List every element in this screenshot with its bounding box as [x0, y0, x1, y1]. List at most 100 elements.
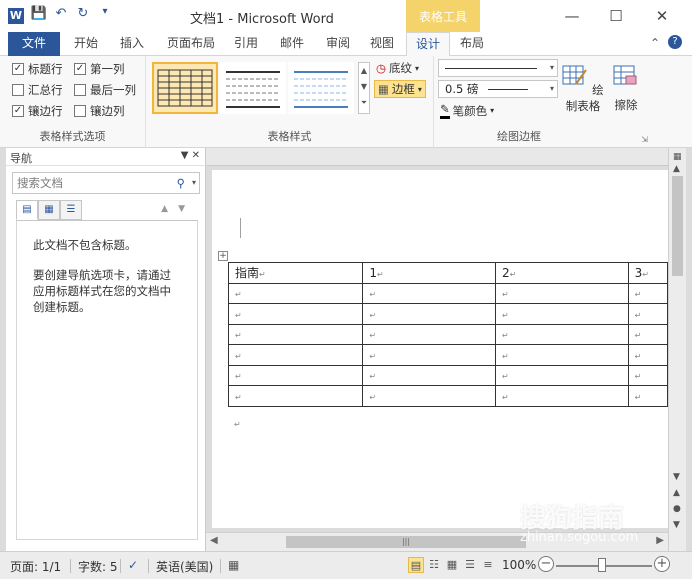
borders-button[interactable]: ▦ 边框 ▾ [374, 80, 426, 98]
proofing-icon[interactable]: ✓ [128, 558, 138, 572]
word-count[interactable]: 字数: 5 [78, 558, 118, 575]
tab-page-layout[interactable]: 页面布局 [160, 32, 222, 56]
table-cell[interactable]: ↵ [227, 323, 364, 345]
table-style-blue[interactable] [288, 62, 354, 114]
chevron-up-icon[interactable]: ▲ [161, 204, 178, 214]
table-cell[interactable]: ↵ [362, 303, 496, 325]
checkbox-banded-columns[interactable]: 镶边列 [74, 103, 125, 119]
table-cell[interactable]: 指南↵ [227, 262, 364, 284]
eraser-button[interactable]: 擦除 [606, 64, 646, 113]
print-layout-view-button[interactable]: ▤ [408, 557, 424, 573]
browse-object-icon[interactable]: ● [673, 504, 681, 514]
ruler-corner[interactable] [208, 149, 222, 163]
table-style-grid[interactable] [152, 62, 218, 114]
tab-home[interactable]: 开始 [66, 32, 106, 56]
table-cell[interactable]: 1↵ [362, 262, 496, 284]
zoom-level[interactable]: 100% [502, 558, 536, 572]
table-cell[interactable]: ↵ [494, 364, 629, 386]
table-style-light-shading[interactable] [220, 62, 286, 114]
table-move-handle[interactable]: + [218, 251, 228, 261]
nav-search-input[interactable]: 搜索文档 ⚲ ▾ [12, 172, 200, 194]
language-indicator[interactable]: 英语(美国) [156, 558, 213, 575]
table-cell[interactable]: ↵ [362, 385, 496, 407]
table-cell[interactable]: 2↵ [494, 262, 629, 284]
checkbox-banded-rows[interactable]: ✓ 镶边行 [12, 103, 63, 119]
table-cell[interactable]: ↵ [494, 303, 629, 325]
table-cell[interactable]: ↵ [362, 344, 496, 366]
table-cell[interactable]: ↵ [627, 364, 669, 386]
vertical-scrollbar[interactable]: ▦ ▲ ▼ ▲ ● ▼ [668, 148, 686, 551]
table-cell[interactable]: ↵ [494, 323, 629, 345]
draft-view-button[interactable]: ≡ [480, 557, 496, 573]
full-screen-reading-view-button[interactable]: ☷ [426, 557, 442, 573]
help-icon[interactable]: ? [668, 35, 682, 49]
tab-view[interactable]: 视图 [362, 32, 402, 56]
table-cell[interactable]: ↵ [494, 385, 629, 407]
table-cell[interactable]: ↵ [627, 344, 669, 366]
scroll-up-icon[interactable]: ▲ [673, 164, 680, 174]
scroll-left-icon[interactable]: ◀ [210, 535, 218, 546]
checkbox-last-column[interactable]: 最后一列 [74, 82, 136, 98]
previous-page-icon[interactable]: ▲ [673, 488, 680, 498]
document-page[interactable]: + 指南↵ 1↵ 2↵ 3↵ ↵ ↵ ↵ ↵ ↵ ↵ ↵ ↵ ↵ ↵ ↵ ↵ ↵ ↵ ↵ ↵ ↵ ↵ ↵ ↵ … [212, 170, 669, 528]
styles-gallery-scroll[interactable]: ▲ ▼ ⏷ [358, 62, 370, 114]
line-weight-combo[interactable]: 0.5 磅 ▾ [438, 80, 558, 98]
headings-view-tab[interactable]: ▤ [16, 200, 38, 220]
results-view-tab[interactable]: ☰ [60, 200, 82, 220]
table-cell[interactable]: ↵ [362, 282, 496, 304]
pages-view-tab[interactable]: ▦ [38, 200, 60, 220]
maximize-button[interactable]: ☐ [596, 4, 636, 28]
chevron-down-icon[interactable]: ▼ [178, 204, 195, 214]
page-count[interactable]: 页面: 1/1 [10, 558, 61, 575]
zoom-out-button[interactable]: − [538, 556, 554, 572]
zoom-in-button[interactable]: + [654, 556, 670, 572]
tab-layout[interactable]: 布局 [452, 32, 492, 56]
table-cell[interactable]: ↵ [627, 385, 669, 407]
word-app-icon[interactable]: W [8, 8, 24, 24]
tab-mailings[interactable]: 邮件 [272, 32, 312, 56]
scroll-right-icon[interactable]: ▶ [656, 535, 664, 546]
web-layout-view-button[interactable]: ▦ [444, 557, 460, 573]
ruler-toggle-icon[interactable]: ▦ [673, 152, 682, 162]
checkbox-total-row[interactable]: 汇总行 [12, 82, 63, 98]
horizontal-scroll-thumb[interactable]: ||| [286, 536, 526, 548]
close-icon[interactable]: ✕ [192, 150, 200, 161]
search-icon[interactable]: ⚲ [177, 173, 185, 193]
table-cell[interactable]: ↵ [627, 303, 669, 325]
table-cell[interactable]: ↵ [362, 323, 496, 345]
redo-icon[interactable]: ↻ [74, 6, 92, 21]
tab-design[interactable]: 设计 [406, 32, 450, 57]
table-cell[interactable]: ↵ [494, 282, 629, 304]
document-table[interactable]: 指南↵ 1↵ 2↵ 3↵ ↵ ↵ ↵ ↵ ↵ ↵ ↵ ↵ ↵ ↵ ↵ ↵ ↵ ↵ ↵ ↵ ↵ ↵ ↵ ↵ ↵ ↵… [227, 262, 669, 407]
draw-table-button[interactable]: 绘制表格 [558, 64, 608, 114]
pen-color-button[interactable]: ✎ 笔颜色 ▾ [440, 102, 494, 119]
undo-icon[interactable]: ↶ [52, 6, 70, 21]
save-icon[interactable]: 💾 [30, 6, 48, 21]
shading-button[interactable]: ◷ 底纹 ▾ [376, 60, 419, 76]
outline-view-button[interactable]: ☰ [462, 557, 478, 573]
vertical-scroll-thumb[interactable] [672, 176, 683, 276]
tab-insert[interactable]: 插入 [112, 32, 152, 56]
table-cell[interactable]: ↵ [494, 344, 629, 366]
tab-review[interactable]: 审阅 [318, 32, 358, 56]
table-cell[interactable]: ↵ [227, 364, 364, 386]
checkbox-header-row[interactable]: ✓ 标题行 [12, 61, 63, 77]
table-cell[interactable]: ↵ [627, 282, 669, 304]
table-cell[interactable]: ↵ [227, 385, 364, 407]
scroll-down-icon[interactable]: ▼ [673, 472, 680, 482]
table-cell[interactable]: ↵ [227, 303, 364, 325]
table-cell[interactable]: ↵ [227, 344, 364, 366]
close-button[interactable]: ✕ [642, 4, 682, 28]
tab-file[interactable]: 文件 [8, 32, 60, 56]
minimize-ribbon-icon[interactable]: ⌃ [650, 36, 660, 50]
chevron-down-icon[interactable]: ▼ [181, 150, 189, 161]
macro-recording-icon[interactable]: ▦ [228, 558, 239, 572]
table-cell[interactable]: ↵ [227, 282, 364, 304]
table-cell[interactable]: 3↵ [627, 262, 669, 284]
dialog-launcher-icon[interactable]: ⇲ [641, 135, 648, 144]
line-style-combo[interactable]: ▾ [438, 59, 558, 77]
chevron-down-icon[interactable]: ▾ [192, 173, 196, 193]
tab-references[interactable]: 引用 [226, 32, 266, 56]
table-cell[interactable]: ↵ [627, 323, 669, 345]
zoom-slider-knob[interactable] [598, 558, 606, 572]
